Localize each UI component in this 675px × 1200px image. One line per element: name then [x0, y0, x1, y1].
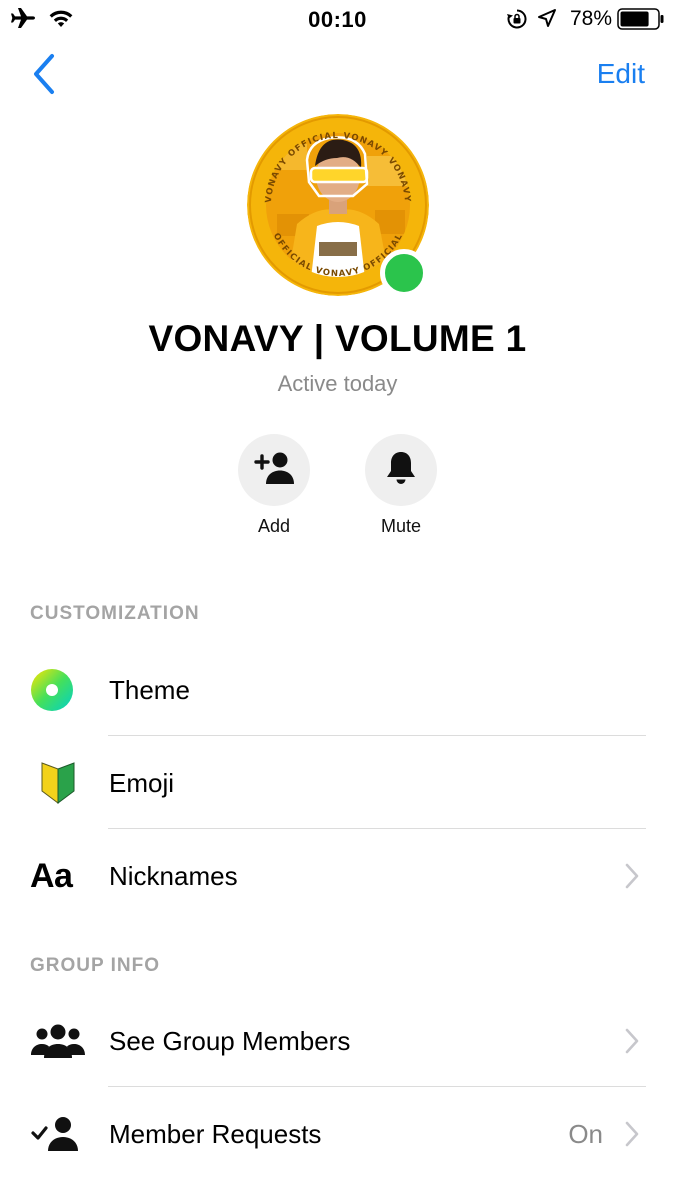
- add-label: Add: [257, 516, 291, 536]
- divider: [108, 1086, 646, 1087]
- battery-percent: 78%: [569, 7, 612, 30]
- group-name: VONAVY | VOLUME 1: [148, 318, 527, 359]
- status-bar: 00:10 78%: [0, 0, 675, 38]
- chevron-right-icon: [625, 863, 639, 889]
- member-requests-value: On: [568, 1119, 603, 1149]
- group-members-icon: [30, 995, 86, 1087]
- mute-label: Mute: [380, 516, 422, 536]
- add-button[interactable]: Add: [237, 434, 311, 537]
- nicknames-label: Nicknames: [109, 861, 238, 891]
- theme-gradient-icon: [30, 644, 86, 736]
- emoji-label: Emoji: [109, 768, 175, 798]
- add-button-circle[interactable]: [238, 434, 310, 506]
- theme-row[interactable]: Theme: [0, 644, 675, 736]
- see-group-members-row[interactable]: See Group Members: [0, 995, 675, 1087]
- orientation-lock-icon: [506, 8, 528, 35]
- member-requests-row[interactable]: Member Requests On: [0, 1088, 675, 1180]
- battery-icon: [617, 8, 665, 35]
- emoji-row[interactable]: Emoji: [0, 737, 675, 829]
- back-button[interactable]: [28, 52, 68, 98]
- chevron-left-icon: [28, 54, 58, 100]
- edit-button[interactable]: Edit: [597, 58, 645, 90]
- nicknames-row[interactable]: Aa Nicknames: [0, 830, 675, 922]
- active-status: Active today: [277, 371, 398, 396]
- member-requests-icon: [30, 1088, 86, 1180]
- text-aa-icon: Aa: [30, 856, 73, 895]
- group-info-header: GROUP INFO: [30, 955, 160, 976]
- customization-header: CUSTOMIZATION: [30, 603, 200, 624]
- member-requests-label: Member Requests: [109, 1119, 322, 1149]
- chevron-right-icon: [625, 1028, 639, 1054]
- location-icon: [537, 8, 557, 33]
- divider: [108, 735, 646, 736]
- online-indicator: [380, 249, 428, 297]
- theme-label: Theme: [109, 675, 190, 705]
- see-group-members-label: See Group Members: [109, 1026, 351, 1056]
- mute-button-circle[interactable]: [365, 434, 437, 506]
- beginner-shield-emoji-icon: [30, 737, 86, 829]
- bell-icon: [385, 450, 417, 491]
- divider: [108, 828, 646, 829]
- mute-button[interactable]: Mute: [364, 434, 438, 537]
- chevron-right-icon: [625, 1121, 639, 1147]
- add-person-icon: [252, 451, 296, 490]
